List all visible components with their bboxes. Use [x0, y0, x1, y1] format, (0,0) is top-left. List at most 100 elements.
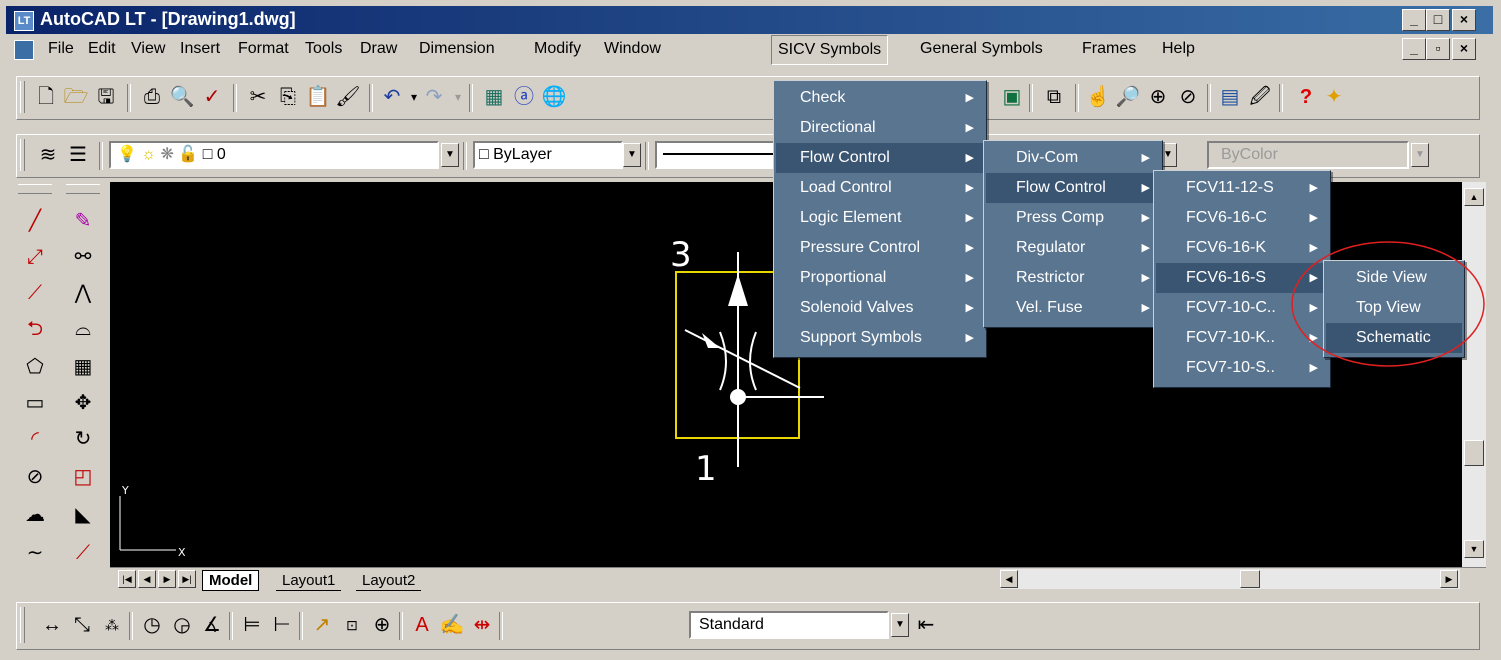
erase-icon[interactable]: ✎ — [68, 206, 98, 236]
scroll-thumb[interactable] — [1464, 440, 1484, 466]
make-current-icon[interactable]: ☰ — [65, 142, 91, 168]
menu-item-proportional[interactable]: Proportional ▶ — [776, 263, 984, 293]
autodesk-icon[interactable]: ⓐ — [511, 84, 537, 110]
design-center-icon[interactable]: ▦ — [481, 84, 507, 110]
toolbar-grip[interactable] — [20, 81, 25, 113]
offset-icon[interactable]: ⌓ — [68, 314, 98, 344]
ordinate-dim-icon[interactable]: ⁂ — [99, 612, 125, 638]
stretch-icon[interactable]: ◣ — [68, 500, 98, 530]
maximize-icon[interactable]: □ — [1426, 9, 1450, 31]
zoom-window-icon[interactable]: ⊕ — [1145, 84, 1171, 110]
toolbar-grip[interactable] — [18, 184, 52, 194]
circle-icon[interactable]: ⊘ — [20, 462, 50, 492]
color-dropdown-icon[interactable]: ▼ — [623, 143, 641, 167]
redo-dropdown-icon[interactable]: ▾ — [445, 84, 471, 110]
menu-item-fcv6-16-c[interactable]: FCV6-16-C ▶ — [1156, 203, 1328, 233]
paste-icon[interactable]: 📋 — [305, 84, 331, 110]
layer-dropdown-icon[interactable]: ▼ — [441, 143, 459, 167]
tolerance-icon[interactable]: ⊡ — [339, 612, 365, 638]
menu-item-support-symbols[interactable]: Support Symbols ▶ — [776, 323, 984, 353]
menu-item-restrictor[interactable]: Restrictor ▶ — [986, 263, 1160, 293]
doc-restore-icon[interactable]: ▫ — [1426, 38, 1450, 60]
design-icon[interactable]: 🖉 — [1247, 84, 1273, 110]
menu-view[interactable]: View — [131, 40, 165, 58]
linetype-combo[interactable] — [655, 141, 785, 169]
document-icon[interactable] — [14, 40, 34, 60]
menu-general-symbols[interactable]: General Symbols — [920, 40, 1043, 58]
polygon-icon[interactable]: ⮌ — [20, 314, 50, 344]
mirror-icon[interactable]: ⋀ — [68, 278, 98, 308]
menu-window[interactable]: Window — [604, 40, 661, 58]
line-icon[interactable]: ╱ — [20, 206, 50, 236]
scroll-left-icon[interactable]: ◀ — [1000, 570, 1018, 588]
copy-object-icon[interactable]: ⚯ — [68, 242, 98, 272]
scale-icon[interactable]: ◰ — [68, 462, 98, 492]
menu-draw[interactable]: Draw — [360, 40, 397, 58]
menu-file[interactable]: File — [48, 40, 74, 58]
polyline-icon[interactable]: ⟋ — [20, 278, 50, 308]
named-views-icon[interactable]: ▣ — [999, 84, 1025, 110]
close-icon[interactable]: × — [1452, 9, 1476, 31]
doc-close-icon[interactable]: × — [1452, 38, 1476, 60]
menu-frames[interactable]: Frames — [1082, 40, 1136, 58]
menu-insert[interactable]: Insert — [180, 40, 220, 58]
minimize-icon[interactable]: _ — [1402, 9, 1426, 31]
redo-icon[interactable]: ↷ — [421, 84, 447, 110]
menu-item-flow-control[interactable]: Flow Control ▶ — [776, 143, 984, 173]
toolbar-grip[interactable] — [20, 607, 25, 643]
scroll-up-icon[interactable]: ▲ — [1464, 188, 1484, 206]
doc-minimize-icon[interactable]: _ — [1402, 38, 1426, 60]
open-icon[interactable]: 🗁 — [63, 84, 89, 110]
spell-icon[interactable]: ✓ — [199, 84, 225, 110]
tab-last-icon[interactable]: ▶| — [178, 570, 196, 588]
menu-item-vel-fuse[interactable]: Vel. Fuse ▶ — [986, 293, 1160, 323]
hscroll-thumb[interactable] — [1240, 570, 1260, 588]
move-icon[interactable]: ✥ — [68, 388, 98, 418]
tab-layout1[interactable]: Layout1 — [276, 571, 342, 591]
layers-icon[interactable]: ≋ — [35, 142, 61, 168]
scroll-right-icon[interactable]: ▶ — [1440, 570, 1458, 588]
aligned-dim-icon[interactable]: ⤡ — [69, 612, 95, 638]
menu-item-regulator[interactable]: Regulator ▶ — [986, 233, 1160, 263]
match-properties-icon[interactable]: 🖌 — [335, 84, 361, 110]
menu-item-directional[interactable]: Directional ▶ — [776, 113, 984, 143]
tab-first-icon[interactable]: |◀ — [118, 570, 136, 588]
construction-line-icon[interactable]: ⤢ — [20, 242, 50, 272]
properties-icon[interactable]: ▤ — [1217, 84, 1243, 110]
menu-item-div-com[interactable]: Div-Com ▶ — [986, 143, 1160, 173]
menu-help[interactable]: Help — [1162, 40, 1195, 58]
center-mark-icon[interactable]: ⊕ — [369, 612, 395, 638]
menu-format[interactable]: Format — [238, 40, 289, 58]
menu-item-pressure-control[interactable]: Pressure Control ▶ — [776, 233, 984, 263]
web-icon[interactable]: 🌐 — [541, 84, 567, 110]
scroll-down-icon[interactable]: ▼ — [1464, 540, 1484, 558]
dim-update-icon[interactable]: ⇹ — [469, 612, 495, 638]
linear-dim-icon[interactable]: ↔ — [39, 612, 65, 638]
trim-icon[interactable]: ⟋ — [68, 538, 98, 568]
menu-item-solenoid-valves[interactable]: Solenoid Valves ▶ — [776, 293, 984, 323]
menu-item-check[interactable]: Check ▶ — [776, 83, 984, 113]
tab-layout2[interactable]: Layout2 — [356, 571, 422, 591]
continue-dim-icon[interactable]: ⊢ — [269, 612, 295, 638]
tab-next-icon[interactable]: ▶ — [158, 570, 176, 588]
color-combo[interactable]: □ ByLayer — [473, 141, 623, 169]
dim-edit-icon[interactable]: A — [409, 612, 435, 638]
today-icon[interactable]: ✦ — [1321, 84, 1347, 110]
dimstyle-dropdown-icon[interactable]: ▼ — [891, 613, 909, 637]
preview-icon[interactable]: 🔍 — [169, 84, 195, 110]
zoom-previous-icon[interactable]: ⊘ — [1175, 84, 1201, 110]
toolbar-grip[interactable] — [66, 184, 100, 194]
layer-combo[interactable]: 💡 ☼ ❋ 🔓 □ 0 — [109, 141, 439, 169]
rectangle-icon[interactable]: ⬠ — [20, 352, 50, 382]
menu-dimension[interactable]: Dimension — [419, 40, 495, 58]
leader-icon[interactable]: ↗ — [309, 612, 335, 638]
new-icon[interactable]: 🗋 — [33, 84, 59, 110]
help-icon[interactable]: ? — [1293, 84, 1319, 110]
menu-item-press-comp[interactable]: Press Comp ▶ — [986, 203, 1160, 233]
save-icon[interactable]: 🖫 — [93, 84, 119, 110]
menu-modify[interactable]: Modify — [534, 40, 581, 58]
diameter-dim-icon[interactable]: ◶ — [169, 612, 195, 638]
menu-item-load-control[interactable]: Load Control ▶ — [776, 173, 984, 203]
menu-sicv-symbols[interactable]: SICV Symbols — [771, 35, 889, 65]
dim-style-icon[interactable]: ⇤ — [913, 612, 939, 638]
